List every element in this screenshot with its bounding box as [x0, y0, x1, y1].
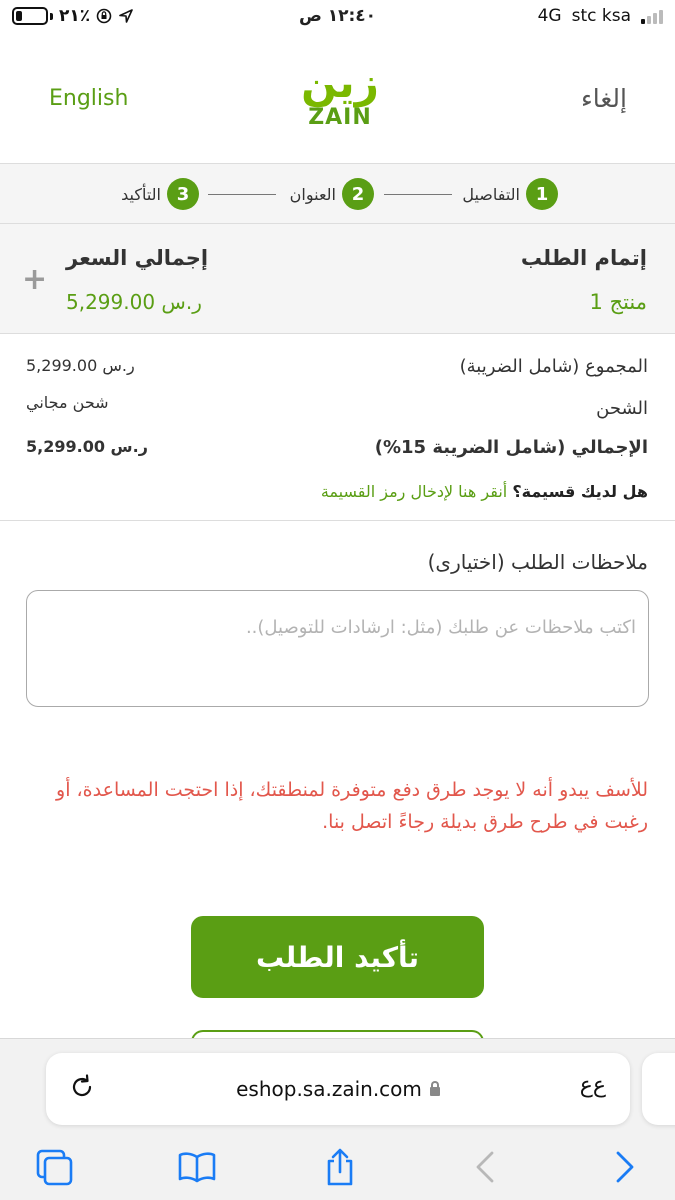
logo-glyph: زين: [301, 58, 379, 107]
total-value: 5,299.00 ر.س: [26, 437, 148, 456]
order-summary[interactable]: إتمام الطلب 1 منتج إجمالي السعر 5,299.00…: [0, 224, 675, 334]
lock-icon: [429, 1081, 440, 1096]
signal-icon: [641, 8, 663, 24]
total-row: الإجمالي (شامل الضريبة 15%) 5,299.00 ر.س: [26, 437, 648, 467]
step-details[interactable]: 1 التفاصيل: [462, 178, 558, 210]
coupon-link[interactable]: أنقر هنا لإدخال رمز القسيمة: [321, 482, 507, 501]
step-connector: [384, 194, 452, 195]
status-right: 4G stc ksa: [538, 6, 663, 26]
shipping-row: الشحن شحن مجاني: [26, 393, 648, 426]
forward-icon[interactable]: [604, 1147, 644, 1187]
product-count: 1 منتج: [589, 290, 647, 314]
step-address[interactable]: 2 العنوان: [290, 178, 374, 210]
step-label: التأكيد: [121, 184, 161, 204]
summary-title: إتمام الطلب: [520, 246, 647, 270]
order-notes-input[interactable]: [26, 590, 649, 707]
network-type: 4G: [537, 6, 562, 26]
carrier-name: stc ksa: [571, 6, 631, 26]
logo-text: ZAIN: [308, 105, 372, 130]
checkout-steps: 1 التفاصيل 2 العنوان 3 التأكيد: [0, 164, 675, 224]
url-value: eshop.sa.zain.com: [236, 1077, 422, 1101]
step-label: التفاصيل: [462, 184, 520, 204]
status-bar: ٢١٪ ١٢:٤٠ ص 4G stc ksa: [0, 0, 675, 36]
bookmarks-icon[interactable]: [177, 1147, 217, 1187]
share-icon[interactable]: [320, 1147, 360, 1187]
subtotal-value: 5,299.00 ر.س: [26, 356, 135, 375]
coupon-line: هل لديك قسيمة؟ أنقر هنا لإدخال رمز القسي…: [321, 482, 648, 501]
shipping-label: الشحن: [596, 398, 648, 419]
step-number: 1: [526, 178, 558, 210]
total-price-title: إجمالي السعر: [66, 246, 209, 270]
shipping-value: شحن مجاني: [26, 393, 109, 412]
url-text: eshop.sa.zain.com: [46, 1077, 630, 1101]
cancel-link[interactable]: إلغاء: [581, 84, 627, 113]
site-header: English زين ZAIN إلغاء: [0, 36, 675, 164]
step-number: 3: [167, 178, 199, 210]
coupon-question: هل لديك قسيمة؟: [512, 482, 648, 501]
total-label: الإجمالي (شامل الضريبة 15%): [374, 437, 648, 458]
text-size-button[interactable]: ﻉﻉ: [580, 1073, 606, 1098]
divider: [0, 520, 675, 521]
step-number: 2: [342, 178, 374, 210]
confirm-order-button[interactable]: تأكيد الطلب: [191, 916, 484, 998]
zain-logo[interactable]: زين ZAIN: [300, 60, 380, 140]
back-icon[interactable]: [466, 1147, 506, 1187]
step-confirmation[interactable]: 3 التأكيد: [121, 178, 199, 210]
subtotal-row: المجموع (شامل الضريبة) 5,299.00 ر.س: [26, 356, 648, 386]
browser-chrome: eshop.sa.zain.com ﻉﻉ: [0, 1038, 675, 1200]
notes-label: ملاحظات الطلب (اختيارى): [427, 550, 648, 574]
subtotal-label: المجموع (شامل الضريبة): [459, 356, 648, 377]
tabs-icon[interactable]: [34, 1147, 74, 1187]
step-connector: [208, 194, 276, 195]
address-bar[interactable]: eshop.sa.zain.com ﻉﻉ: [46, 1053, 630, 1125]
total-price-value: 5,299.00 ر.س: [66, 290, 202, 314]
step-label: العنوان: [289, 184, 336, 204]
expand-plus-icon[interactable]: +: [22, 262, 47, 297]
next-tab-preview[interactable]: [642, 1053, 675, 1125]
english-language-link[interactable]: English: [49, 86, 128, 111]
payment-error-message: للأسف يبدو أنه لا يوجد طرق دفع متوفرة لم…: [56, 779, 648, 833]
